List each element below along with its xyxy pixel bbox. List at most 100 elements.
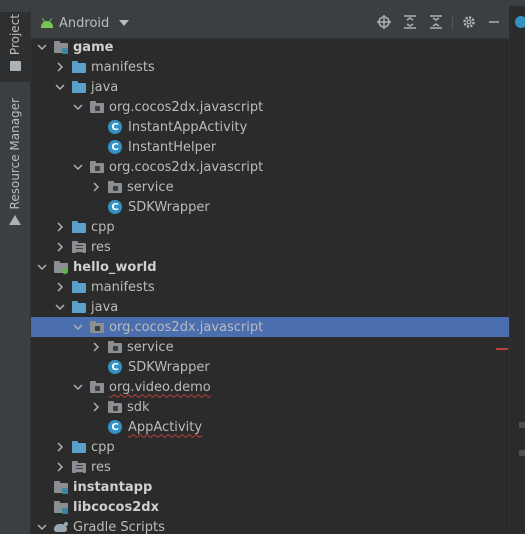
- expand-all-icon[interactable]: [402, 14, 418, 30]
- tree-row-label: hello_world: [73, 259, 157, 275]
- class-icon: C: [108, 420, 122, 434]
- tree-row[interactable]: game: [31, 37, 509, 57]
- tree-row-label: cpp: [91, 439, 115, 455]
- tree-row[interactable]: java: [31, 297, 509, 317]
- tree-row-label: res: [91, 459, 111, 475]
- tree-row[interactable]: org.cocos2dx.javascript: [31, 317, 509, 337]
- gutter-marker: [519, 422, 525, 428]
- chevron-right-icon[interactable]: [53, 440, 67, 454]
- tree-row[interactable]: java: [31, 77, 509, 97]
- tree-row[interactable]: org.video.demo: [31, 377, 509, 397]
- tree-row[interactable]: Gradle Scripts: [31, 517, 509, 534]
- package-icon: [107, 179, 123, 195]
- resource-folder-icon: [71, 459, 87, 475]
- tree-row[interactable]: C SDKWrapper: [31, 197, 509, 217]
- tree-row-label: org.cocos2dx.javascript: [109, 319, 264, 335]
- tree-row[interactable]: C InstantHelper: [31, 137, 509, 157]
- package-icon: [89, 379, 105, 395]
- folder-icon: [71, 79, 87, 95]
- tree-row-label: service: [127, 339, 174, 355]
- chevron-right-icon[interactable]: [53, 240, 67, 254]
- gradle-icon: [53, 521, 69, 533]
- project-tool-tab[interactable]: Project: [0, 12, 30, 82]
- tree-row-label: cpp: [91, 219, 115, 235]
- tree-row[interactable]: hello_world: [31, 257, 509, 277]
- tree-row[interactable]: org.cocos2dx.javascript: [31, 157, 509, 177]
- tree-row-label: InstantAppActivity: [128, 119, 248, 135]
- tree-row-label: java: [91, 79, 119, 95]
- toolbar-divider: [452, 15, 453, 29]
- tree-row[interactable]: res: [31, 457, 509, 477]
- tree-row[interactable]: cpp: [31, 437, 509, 457]
- left-tool-window-bar: Project Resource Manager: [0, 6, 31, 534]
- chevron-down-icon[interactable]: [71, 320, 85, 334]
- tree-row-label: service: [127, 179, 174, 195]
- chevron-down-icon[interactable]: [35, 260, 49, 274]
- class-icon: C: [108, 120, 122, 134]
- vertical-scrollbar[interactable]: [509, 38, 525, 534]
- view-selector-dropdown[interactable]: Android: [41, 14, 130, 32]
- locate-icon[interactable]: [376, 14, 392, 30]
- tree-row[interactable]: org.cocos2dx.javascript: [31, 97, 509, 117]
- tree-row[interactable]: C SDKWrapper: [31, 357, 509, 377]
- project-folder-icon: [9, 61, 21, 72]
- tree-row[interactable]: cpp: [31, 217, 509, 237]
- hide-icon[interactable]: [486, 14, 502, 30]
- tree-row-label: manifests: [91, 59, 155, 75]
- chevron-down-icon[interactable]: [71, 380, 85, 394]
- android-icon: [41, 18, 53, 28]
- tree-row-label: SDKWrapper: [128, 359, 210, 375]
- tree-row[interactable]: libcocos2dx: [31, 497, 509, 517]
- chevron-down-icon[interactable]: [53, 300, 67, 314]
- tree-row-label: sdk: [127, 399, 150, 415]
- resource-folder-icon: [71, 239, 87, 255]
- tree-row-label: java: [91, 299, 119, 315]
- tree-row-label: org.video.demo: [109, 379, 211, 395]
- resource-manager-tab-label: Resource Manager: [8, 98, 22, 210]
- tree-row[interactable]: service: [31, 177, 509, 197]
- project-tool-tab-label: Project: [8, 14, 22, 56]
- tree-row[interactable]: instantapp: [31, 477, 509, 497]
- editor-tab-icon[interactable]: [515, 16, 525, 30]
- chevron-down-icon[interactable]: [35, 40, 49, 54]
- folder-icon: [71, 59, 87, 75]
- project-toolbar: Android: [31, 6, 509, 39]
- gear-icon[interactable]: [461, 14, 477, 30]
- folder-icon: [71, 439, 87, 455]
- package-icon: [89, 99, 105, 115]
- folder-icon: [71, 219, 87, 235]
- tree-row[interactable]: manifests: [31, 277, 509, 297]
- resource-manager-tool-tab[interactable]: Resource Manager: [0, 98, 30, 226]
- chevron-right-icon[interactable]: [89, 180, 103, 194]
- class-icon: C: [108, 200, 122, 214]
- tree-row-label: res: [91, 239, 111, 255]
- tree-row[interactable]: C InstantAppActivity: [31, 117, 509, 137]
- resource-manager-icon: [9, 215, 21, 226]
- tree-row-label: libcocos2dx: [73, 499, 159, 515]
- tree-row[interactable]: manifests: [31, 57, 509, 77]
- chevron-down-icon[interactable]: [71, 100, 85, 114]
- folder-icon: [71, 299, 87, 315]
- chevron-right-icon[interactable]: [53, 280, 67, 294]
- tree-row[interactable]: service: [31, 337, 509, 357]
- chevron-down-icon[interactable]: [53, 80, 67, 94]
- tree-row-label: SDKWrapper: [128, 199, 210, 215]
- collapse-all-icon[interactable]: [428, 14, 444, 30]
- chevron-right-icon[interactable]: [89, 340, 103, 354]
- folder-icon: [71, 279, 87, 295]
- chevron-right-icon[interactable]: [53, 460, 67, 474]
- tree-row[interactable]: res: [31, 237, 509, 257]
- project-tree: game manifests java org.cocos2dx.javascript…: [31, 37, 509, 534]
- gutter-marker: [519, 450, 525, 456]
- package-icon: [107, 339, 123, 355]
- chevron-down-icon[interactable]: [35, 520, 49, 534]
- chevron-right-icon[interactable]: [89, 400, 103, 414]
- chevron-down-icon[interactable]: [71, 160, 85, 174]
- chevron-right-icon[interactable]: [53, 60, 67, 74]
- module-icon: [53, 499, 69, 515]
- chevron-right-icon[interactable]: [53, 220, 67, 234]
- tree-row[interactable]: sdk: [31, 397, 509, 417]
- tree-row[interactable]: C AppActivity: [31, 417, 509, 437]
- app-module-icon: [53, 259, 69, 275]
- module-icon: [53, 479, 69, 495]
